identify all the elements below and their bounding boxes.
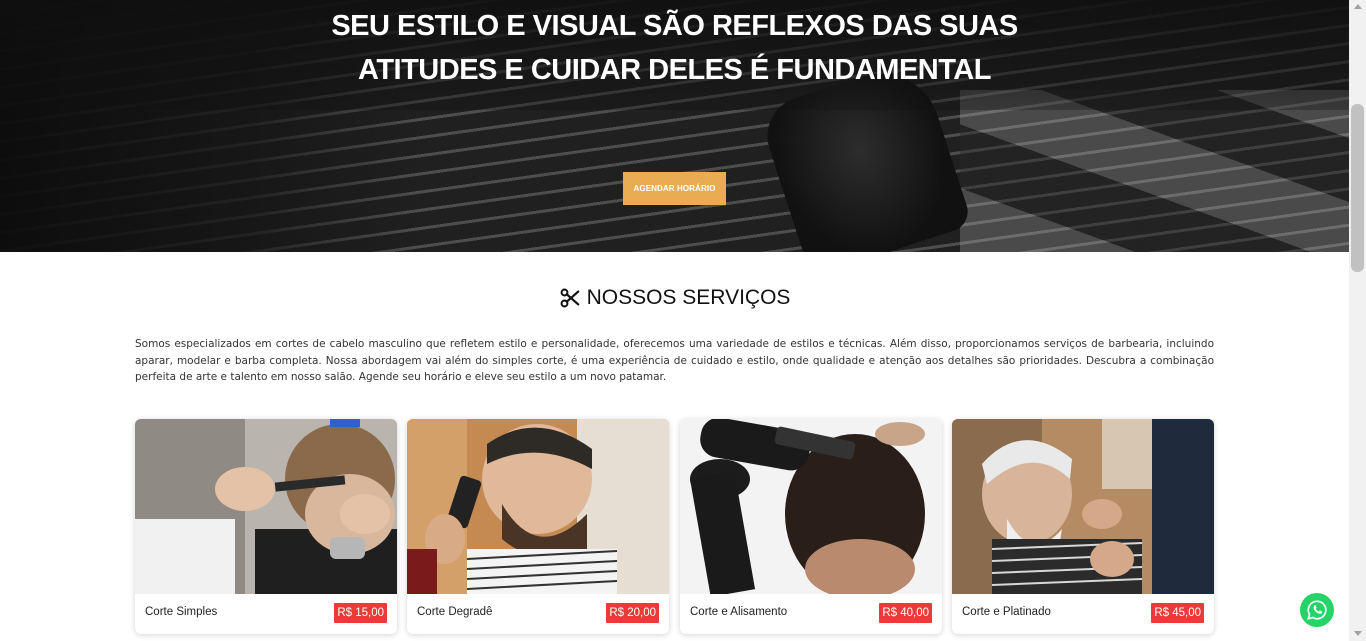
scissors-icon — [560, 288, 579, 308]
service-card[interactable]: Corte Degradê R$ 20,00 — [407, 419, 669, 634]
service-card-name: Corte e Platinado — [962, 606, 1051, 618]
service-card-image — [952, 419, 1214, 594]
service-card-image — [680, 419, 942, 594]
service-card-price: R$ 40,00 — [879, 603, 932, 623]
whatsapp-button[interactable] — [1300, 593, 1334, 627]
hero-title-line1: SEU ESTILO E VISUAL SÃO REFLEXOS DAS SUA… — [331, 10, 1018, 42]
service-card[interactable]: Corte e Platinado R$ 45,00 — [952, 419, 1214, 634]
scrollbar[interactable] — [1349, 0, 1366, 641]
service-card-name: Corte Simples — [145, 606, 218, 618]
scrollbar-thumb[interactable] — [1351, 104, 1364, 272]
services-title: NOSSOS SERVIÇOS — [586, 286, 791, 309]
hero-banner: SEU ESTILO E VISUAL SÃO REFLEXOS DAS SUA… — [0, 0, 1349, 252]
whatsapp-icon — [1307, 600, 1327, 620]
hero-title: SEU ESTILO E VISUAL SÃO REFLEXOS DAS SUA… — [0, 4, 1349, 92]
services-heading: NOSSOS SERVIÇOS — [0, 286, 1349, 310]
service-card-price: R$ 45,00 — [1151, 603, 1204, 623]
service-card[interactable]: Corte Simples R$ 15,00 — [135, 419, 397, 634]
service-card-price: R$ 15,00 — [334, 603, 387, 623]
services-cards: Corte Simples R$ 15,00 Corte Degradê R$ … — [135, 419, 1215, 634]
service-card-name: Corte e Alisamento — [690, 606, 788, 618]
scroll-down-arrow-icon[interactable] — [1354, 631, 1362, 636]
service-card-image — [407, 419, 669, 594]
scroll-up-arrow-icon[interactable] — [1354, 4, 1362, 9]
hero-background-floor — [960, 90, 1349, 252]
service-card-price: R$ 20,00 — [606, 603, 659, 623]
service-card-name: Corte Degradê — [417, 606, 493, 618]
service-card[interactable]: Corte e Alisamento R$ 40,00 — [680, 419, 942, 634]
hero-title-line2: ATITUDES E CUIDAR DELES É FUNDAMENTAL — [358, 54, 991, 86]
service-card-image — [135, 419, 397, 594]
services-description: Somos especializados em cortes de cabelo… — [135, 338, 1214, 383]
schedule-appointment-button[interactable]: AGENDAR HORÁRIO — [623, 172, 726, 205]
